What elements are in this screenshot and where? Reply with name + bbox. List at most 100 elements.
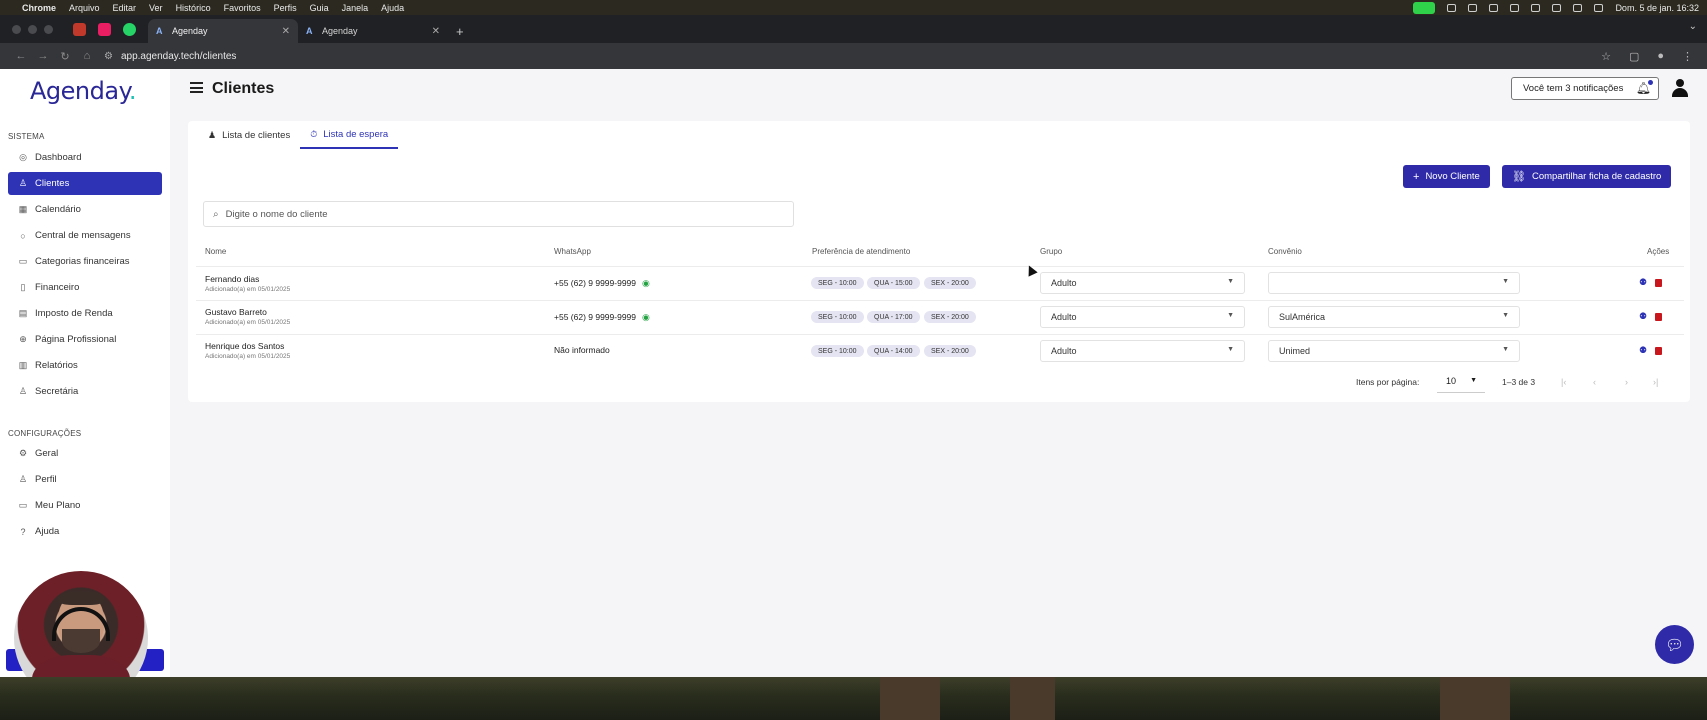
close-tab-icon[interactable]: ✕ xyxy=(282,26,290,37)
edit-client-icon[interactable]: ⚉ xyxy=(1639,311,1647,322)
first-page-icon[interactable]: |‹ xyxy=(1561,377,1566,387)
column-header-nome[interactable]: Nome xyxy=(205,247,226,256)
column-header-preferencia[interactable]: Preferência de atendimento xyxy=(812,247,910,256)
reload-icon[interactable]: ↻ xyxy=(54,50,76,63)
insurance-select[interactable]: Unimed ▼ xyxy=(1268,340,1520,362)
search-icon[interactable] xyxy=(1573,3,1583,12)
next-page-icon[interactable]: › xyxy=(1625,377,1628,387)
sidebar-item-dashboard[interactable]: ◎ Dashboard xyxy=(8,146,162,169)
group-select[interactable]: Adulto ▼ xyxy=(1040,272,1245,294)
support-chat-button[interactable]: 💬︎ xyxy=(1655,625,1694,664)
bookmark-star-icon[interactable]: ☆ xyxy=(1601,50,1611,63)
camera-status-icon[interactable] xyxy=(1413,1,1436,14)
sidebar-item-mensagens[interactable]: ○ Central de mensagens xyxy=(8,224,162,247)
pinned-tab-icon[interactable] xyxy=(73,22,86,36)
new-client-button[interactable]: + Novo Cliente xyxy=(1403,165,1490,188)
site-info-icon[interactable]: ⚙ xyxy=(104,51,113,62)
preference-chip: SEG - 10:00 xyxy=(811,345,864,357)
profile-icon[interactable]: ● xyxy=(1657,50,1664,62)
edit-client-icon[interactable]: ⚉ xyxy=(1639,277,1647,288)
menu-arquivo[interactable]: Arquivo xyxy=(69,3,100,13)
sidebar-item-geral[interactable]: ⚙ Geral xyxy=(8,442,162,465)
preference-chip: QUA - 14:00 xyxy=(867,345,920,357)
extensions-icon[interactable]: ▢ xyxy=(1629,50,1639,63)
share-form-button[interactable]: ⛓ Compartilhar ficha de cadastro xyxy=(1502,165,1672,188)
notifications-button[interactable]: Você tem 3 notificações 🔔︎ xyxy=(1511,77,1659,100)
control-center-icon[interactable] xyxy=(1594,3,1604,12)
menu-app[interactable]: Chrome xyxy=(22,3,56,13)
tab-lista-clientes[interactable]: ♟ Lista de clientes xyxy=(198,121,300,149)
tab-search-icon[interactable]: ⌄ xyxy=(1689,21,1697,32)
group-select[interactable]: Adulto ▼ xyxy=(1040,340,1245,362)
sidebar-item-categorias[interactable]: ▭ Categorias financeiras xyxy=(8,250,162,273)
wifi-icon[interactable] xyxy=(1552,3,1562,12)
sidebar-item-calendario[interactable]: ▦ Calendário xyxy=(8,198,162,221)
desktop-wallpaper xyxy=(0,677,1707,720)
preference-chip: SEG - 10:00 xyxy=(811,311,864,323)
menu-kebab-icon[interactable]: ⋮ xyxy=(1682,50,1693,63)
tab-lista-espera[interactable]: ⏱ Lista de espera xyxy=(300,121,399,149)
browser-tab[interactable]: A Agenday ✕ xyxy=(298,19,448,43)
menu-favoritos[interactable]: Favoritos xyxy=(224,3,261,13)
sidebar-item-clientes[interactable]: ♙ Clientes xyxy=(8,172,162,195)
delete-icon[interactable] xyxy=(1655,279,1662,287)
clock[interactable]: Dom. 5 de jan. 16:32 xyxy=(1615,3,1699,13)
forward-icon[interactable]: → xyxy=(32,50,54,62)
status-icon[interactable] xyxy=(1510,3,1520,12)
sidebar-item-meu-plano[interactable]: ▭ Meu Plano xyxy=(8,494,162,517)
group-select[interactable]: Adulto ▼ xyxy=(1040,306,1245,328)
menu-ajuda[interactable]: Ajuda xyxy=(381,3,404,13)
maximize-window-button[interactable] xyxy=(44,24,53,34)
group-value: Adulto xyxy=(1051,312,1077,322)
new-tab-button[interactable]: + xyxy=(456,19,464,43)
whatsapp-tab-icon[interactable] xyxy=(123,22,136,36)
menu-perfis[interactable]: Perfis xyxy=(274,3,297,13)
menu-guia[interactable]: Guia xyxy=(310,3,329,13)
back-icon[interactable]: ← xyxy=(10,50,32,62)
sidebar-item-relatorios[interactable]: ▥ Relatórios xyxy=(8,354,162,377)
account-icon[interactable] xyxy=(1672,79,1688,97)
column-header-convenio[interactable]: Convênio xyxy=(1268,247,1302,256)
logo[interactable]: Agenday. xyxy=(30,77,137,105)
menu-historico[interactable]: Histórico xyxy=(176,3,211,13)
status-icon[interactable] xyxy=(1447,3,1457,12)
whatsapp-icon[interactable]: ◉ xyxy=(642,278,650,288)
menu-toggle-icon[interactable] xyxy=(190,82,203,93)
toolbar-right: ☆ ▢ ● ⋮ xyxy=(1601,50,1693,63)
wallpaper-tree xyxy=(1010,677,1055,720)
close-tab-icon[interactable]: ✕ xyxy=(432,26,440,37)
sidebar-item-perfil[interactable]: ♙ Perfil xyxy=(8,468,162,491)
sidebar-item-financeiro[interactable]: ▯ Financeiro xyxy=(8,276,162,299)
search-input[interactable]: ⌕ Digite o nome do cliente xyxy=(203,201,794,227)
prev-page-icon[interactable]: ‹ xyxy=(1593,377,1596,387)
column-header-whatsapp[interactable]: WhatsApp xyxy=(554,247,591,256)
minimize-window-button[interactable] xyxy=(28,24,37,34)
sidebar-item-secretaria[interactable]: ♙ Secretária xyxy=(8,380,162,403)
sidebar-item-pagina[interactable]: ⊕ Página Profissional xyxy=(8,328,162,351)
browser-tab[interactable]: A Agenday ✕ xyxy=(148,19,298,43)
sidebar-item-ajuda[interactable]: ? Ajuda xyxy=(8,520,162,543)
items-per-page-select[interactable]: 10 ▼ xyxy=(1437,369,1485,393)
home-icon[interactable]: ⌂ xyxy=(76,50,98,62)
column-header-grupo[interactable]: Grupo xyxy=(1040,247,1062,256)
edit-client-icon[interactable]: ⚉ xyxy=(1639,345,1647,356)
pinned-tab-icon[interactable] xyxy=(98,22,111,36)
insurance-value: SulAmérica xyxy=(1279,312,1326,322)
url-field[interactable]: ⚙ app.agenday.tech/clientes xyxy=(104,46,1601,66)
insurance-select[interactable]: ▼ xyxy=(1268,272,1520,294)
close-window-button[interactable] xyxy=(12,24,21,34)
menu-editar[interactable]: Editar xyxy=(113,3,137,13)
whatsapp-icon[interactable]: ◉ xyxy=(642,312,650,322)
delete-icon[interactable] xyxy=(1655,313,1662,321)
last-page-icon[interactable]: ›| xyxy=(1653,377,1658,387)
menu-ver[interactable]: Ver xyxy=(149,3,163,13)
sidebar-item-imposto[interactable]: ▤ Imposto de Renda xyxy=(8,302,162,325)
delete-icon[interactable] xyxy=(1655,347,1662,355)
menu-janela[interactable]: Janela xyxy=(342,3,369,13)
insurance-select[interactable]: SulAmérica ▼ xyxy=(1268,306,1520,328)
plus-icon: + xyxy=(1413,170,1420,183)
battery-icon[interactable] xyxy=(1531,3,1541,12)
sidebar-item-label: Clientes xyxy=(35,178,70,189)
status-icon[interactable] xyxy=(1468,3,1478,12)
status-icon[interactable] xyxy=(1489,3,1499,12)
